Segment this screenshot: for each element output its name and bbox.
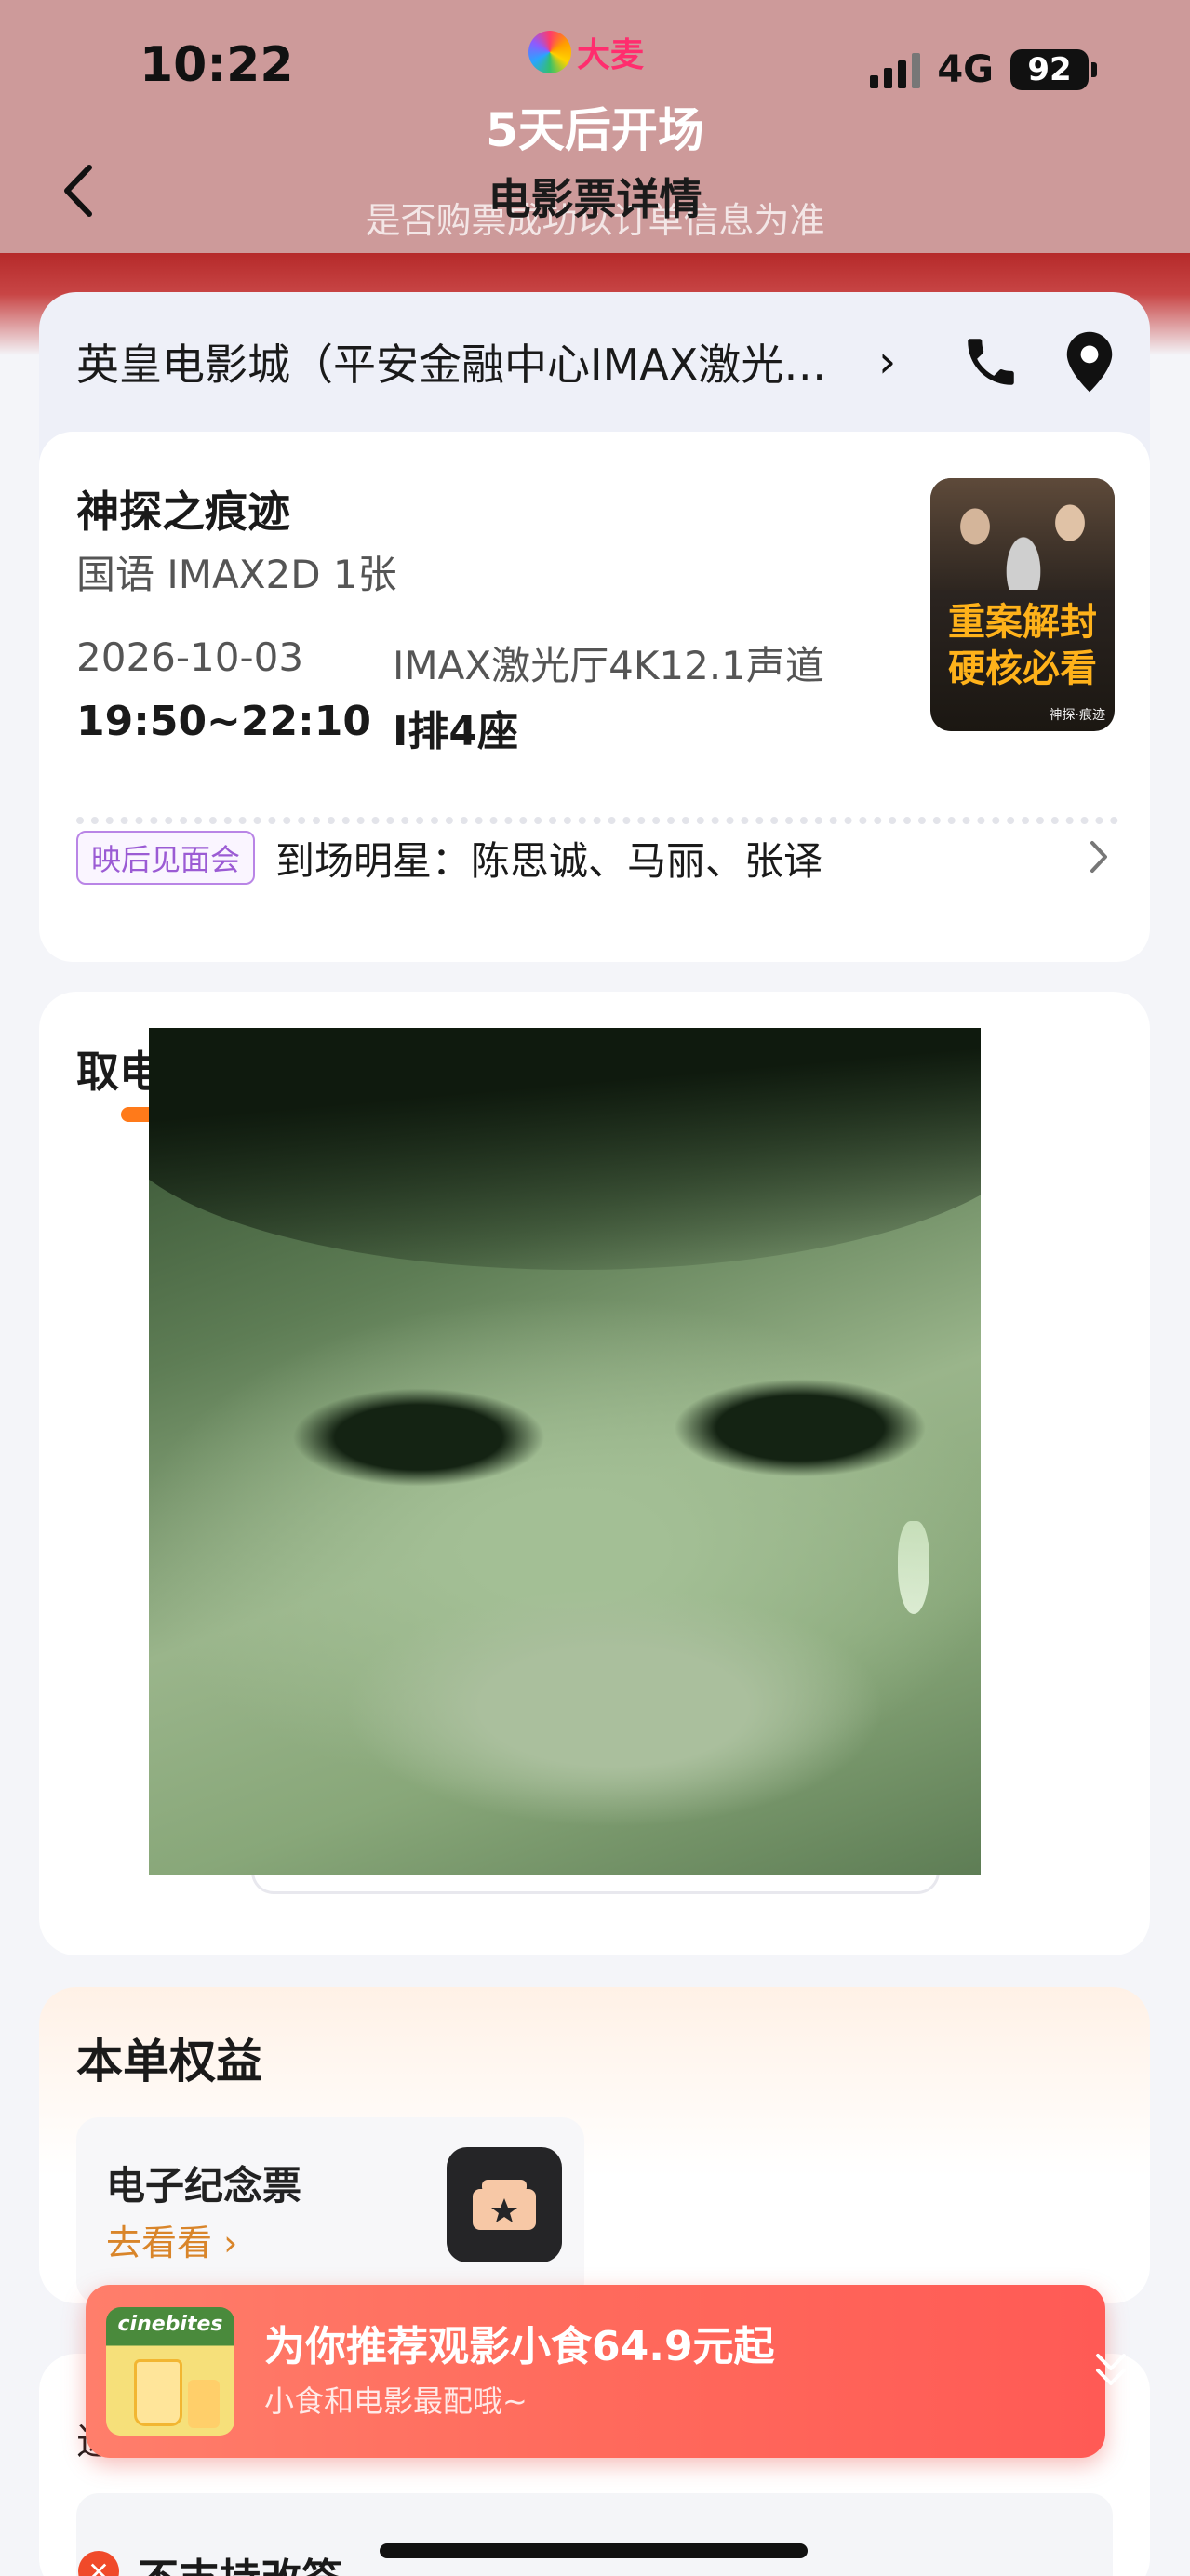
souvenir-title: 电子纪念票 [106,2163,302,2209]
drink-icon [188,2380,220,2428]
cinebites-logo-text: cinebites [117,2313,223,2336]
event-row[interactable]: 映后见面会 到场明星：陈思诚、马丽、张译 [76,821,1113,895]
poster-slogan-2: 硬核必看 [948,647,1097,690]
hall-name: IMAX激光厅4K12.1声道 [393,643,824,688]
status-time: 10:22 [140,37,294,93]
souvenir-ticket-icon [447,2147,562,2262]
page-title: 电影票详情 [488,174,702,224]
movie-poster[interactable]: 重案解封 硬核必看 神探·痕迹 [930,478,1115,731]
cinebites-logo: cinebites [106,2307,234,2436]
ticket-card: 英皇电影城（平安金融中心IMAX激光… › 神探之痕迹 国语 IMAX2D 1张… [39,292,1150,962]
overlay-photo [149,1028,981,1875]
collapse-chevron-icon[interactable] [1081,2341,1141,2400]
battery-icon: 92 [1010,49,1097,90]
brand-logo: 大麦 [528,28,644,76]
signal-icon [870,51,921,88]
brand-flower-icon [528,31,571,73]
dotted-divider [76,817,1118,824]
network-label: 4G [937,48,994,91]
cinema-name[interactable]: 英皇电影城（平安金融中心IMAX激光… [76,331,858,393]
status-indicators: 4G 92 [870,48,1097,91]
location-pin-icon[interactable] [1059,329,1120,394]
phone-icon[interactable] [960,331,1022,393]
showtime-countdown: 5天后开场 [486,103,704,157]
seat-number: I排4座 [393,708,518,755]
refund-policy-text: 不支持改签 [138,2545,342,2576]
souvenir-ticket-card[interactable]: 电子纪念票 去看看 › [76,2117,584,2303]
snack-promo-subtitle: 小食和电影最配哦~ [264,2383,528,2419]
snack-promo-title: 为你推荐观影小食64.9元起 [264,2323,775,2370]
chevron-right-icon[interactable]: › [878,336,896,388]
top-header: 10:22 大麦 4G 92 5天后开场 是否购票成功以订单信息为准 电影票详情 [0,0,1190,253]
home-indicator[interactable] [380,2543,808,2558]
event-tag: 映后见面会 [76,831,256,885]
movie-meta: 国语 IMAX2D 1张 [76,552,397,597]
chevron-right-icon[interactable] [1085,834,1113,880]
event-stars: 到场明星：陈思诚、马丽、张译 [275,837,823,884]
brand-name: 大麦 [577,36,645,74]
show-time: 19:50~22:10 [76,698,371,745]
popcorn-icon [134,2359,182,2426]
benefits-card: 本单权益 电子纪念票 去看看 › [39,1987,1150,2303]
show-date: 2026-10-03 [76,634,304,680]
battery-level: 92 [1010,49,1089,90]
poster-subtitle: 神探·痕迹 [1049,708,1105,723]
movie-title: 神探之痕迹 [76,487,290,537]
ticket-details: 神探之痕迹 国语 IMAX2D 1张 2026-10-03 19:50~22:1… [39,432,1150,962]
souvenir-link[interactable]: 去看看 › [106,2214,237,2265]
snack-promo-banner[interactable]: cinebites 为你推荐观影小食64.9元起 小食和电影最配哦~ [86,2285,1126,2458]
poster-image [930,478,1115,590]
benefits-title: 本单权益 [76,2035,262,2089]
